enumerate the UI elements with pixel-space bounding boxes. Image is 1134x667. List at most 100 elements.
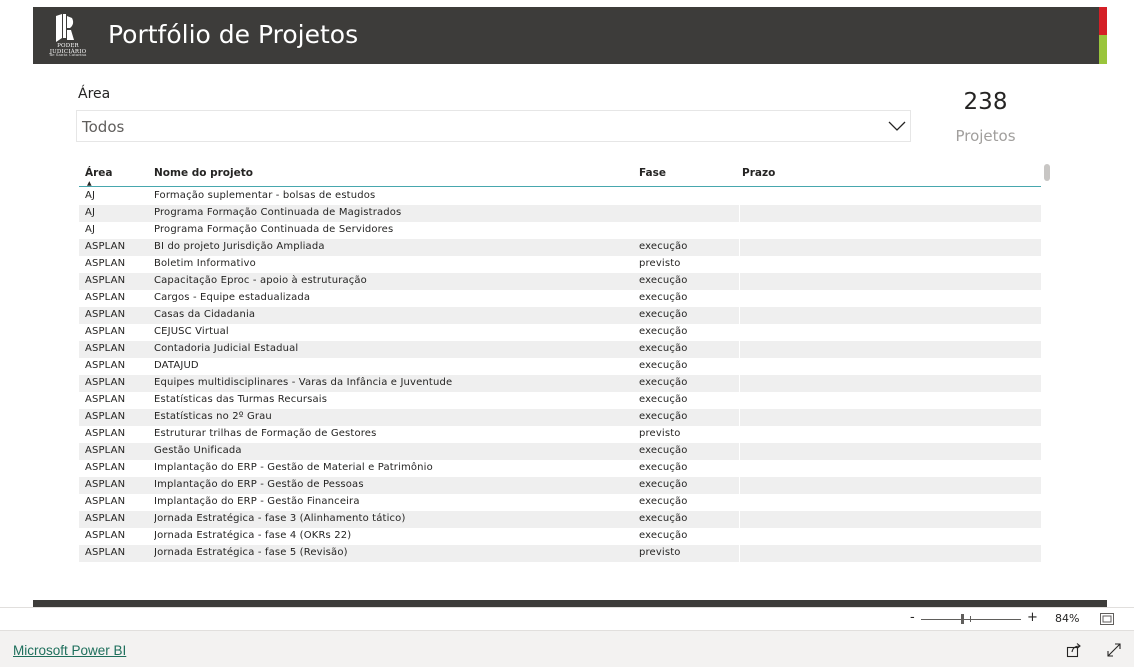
cell-nome: Estatísticas das Turmas Recursais bbox=[154, 394, 328, 405]
cell-nome: BI do projeto Jurisdição Ampliada bbox=[154, 241, 325, 252]
table-row[interactable]: ASPLAN Estatísticas no 2º Grau execução bbox=[79, 409, 1041, 426]
table-row[interactable]: ASPLAN Implantação do ERP - Gestão de Pes… bbox=[79, 477, 1041, 494]
table-row[interactable]: AJ Programa Formação Continuada de Magist… bbox=[79, 205, 1041, 222]
share-icon[interactable] bbox=[1066, 642, 1082, 658]
cell-nome: Estruturar trilhas de Formação de Gestor… bbox=[154, 428, 377, 439]
table-row[interactable]: ASPLAN Gestão Unificada execução bbox=[79, 443, 1041, 460]
cell-area: ASPLAN bbox=[85, 258, 126, 269]
cell-fase: execução bbox=[639, 360, 688, 371]
page-bottom-band bbox=[33, 600, 1107, 607]
column-divider bbox=[739, 188, 740, 562]
cell-area: ASPLAN bbox=[85, 343, 126, 354]
zoom-in-button[interactable]: + bbox=[1027, 610, 1038, 625]
table-row[interactable]: ASPLAN CEJUSC Virtual execução bbox=[79, 324, 1041, 341]
cell-area: ASPLAN bbox=[85, 428, 126, 439]
table-row[interactable]: ASPLAN Estatísticas das Turmas Recursais e… bbox=[79, 392, 1041, 409]
cell-fase: execução bbox=[639, 445, 688, 456]
cell-fase: execução bbox=[639, 496, 688, 507]
cell-area: ASPLAN bbox=[85, 445, 126, 456]
power-bi-link[interactable]: Microsoft Power BI bbox=[13, 643, 126, 658]
cell-area: AJ bbox=[85, 190, 96, 201]
table-row[interactable]: ASPLAN Contadoria Judicial Estadual execuç… bbox=[79, 341, 1041, 358]
table-row[interactable]: ASPLAN Equipes multidisciplinares - Varas… bbox=[79, 375, 1041, 392]
cell-fase: execução bbox=[639, 377, 688, 388]
table-body: AJ Formação suplementar - bolsas de estud… bbox=[79, 188, 1041, 562]
project-count-label: Projetos bbox=[955, 127, 1016, 145]
cell-nome: Jornada Estratégica - fase 5 (Revisão) bbox=[154, 547, 348, 558]
column-header-fase[interactable]: Fase bbox=[639, 167, 666, 179]
cell-nome: Capacitação Eproc - apoio à estruturação bbox=[154, 275, 367, 286]
cell-area: ASPLAN bbox=[85, 462, 126, 473]
table-row[interactable]: ASPLAN Implantação do ERP - Gestão Financ… bbox=[79, 494, 1041, 511]
cell-nome: Jornada Estratégica - fase 3 (Alinhament… bbox=[154, 513, 406, 524]
table-row[interactable]: ASPLAN Cargos - Equipe estadualizada execu… bbox=[79, 290, 1041, 307]
column-header-nome[interactable]: Nome do projeto bbox=[154, 167, 253, 179]
cell-fase: previsto bbox=[639, 258, 681, 269]
cell-nome: Programa Formação Continuada de Servidor… bbox=[154, 224, 394, 235]
table-row[interactable]: AJ Programa Formação Continuada de Servid… bbox=[79, 222, 1041, 239]
fullscreen-icon[interactable] bbox=[1106, 642, 1122, 658]
logo-text-line2: de Santa Catarina bbox=[49, 52, 87, 57]
zoom-slider-thumb[interactable] bbox=[961, 614, 964, 624]
cell-area: ASPLAN bbox=[85, 292, 126, 303]
cell-area: AJ bbox=[85, 207, 96, 218]
cell-nome: Equipes multidisciplinares - Varas da In… bbox=[154, 377, 453, 388]
cell-fase: execução bbox=[639, 326, 688, 337]
logo-emblem-icon bbox=[56, 14, 74, 42]
cell-nome: Implantação do ERP - Gestão Financeira bbox=[154, 496, 360, 507]
chevron-down-icon bbox=[888, 121, 906, 131]
cell-nome: Gestão Unificada bbox=[154, 445, 242, 456]
zoom-slider-default-tick bbox=[970, 616, 971, 622]
cell-area: ASPLAN bbox=[85, 530, 126, 541]
report-title: Portfólio de Projetos bbox=[108, 20, 359, 49]
table-row[interactable]: ASPLAN BI do projeto Jurisdição Ampliada e… bbox=[79, 239, 1041, 256]
table-row[interactable]: ASPLAN Capacitação Eproc - apoio à estrut… bbox=[79, 273, 1041, 290]
zoom-slider-track[interactable] bbox=[921, 619, 1021, 620]
cell-area: ASPLAN bbox=[85, 547, 126, 558]
table-row[interactable]: ASPLAN Estruturar trilhas de Formação de … bbox=[79, 426, 1041, 443]
table-row[interactable]: ASPLAN Jornada Estratégica - fase 4 (OKRs… bbox=[79, 528, 1041, 545]
cell-area: ASPLAN bbox=[85, 275, 126, 286]
cell-fase: execução bbox=[639, 275, 688, 286]
accent-bar-green bbox=[1099, 35, 1107, 64]
area-slicer-label: Área bbox=[78, 86, 111, 102]
cell-fase: previsto bbox=[639, 428, 681, 439]
cell-fase: execução bbox=[639, 411, 688, 422]
cell-area: ASPLAN bbox=[85, 513, 126, 524]
table-row[interactable]: ASPLAN Implantação do ERP - Gestão de Mat… bbox=[79, 460, 1041, 477]
zoom-out-button[interactable]: - bbox=[910, 610, 915, 625]
cell-nome: Jornada Estratégica - fase 4 (OKRs 22) bbox=[154, 530, 352, 541]
cell-fase: execução bbox=[639, 241, 688, 252]
cell-fase: execução bbox=[639, 309, 688, 320]
cell-fase: execução bbox=[639, 479, 688, 490]
cell-area: ASPLAN bbox=[85, 241, 126, 252]
cell-nome: Implantação do ERP - Gestão de Pessoas bbox=[154, 479, 364, 490]
logo: PODER JUDICIÁRIO de Santa Catarina bbox=[39, 14, 97, 58]
cell-nome: Casas da Cidadania bbox=[154, 309, 256, 320]
table-row[interactable]: ASPLAN Casas da Cidadania execução bbox=[79, 307, 1041, 324]
cell-area: ASPLAN bbox=[85, 326, 126, 337]
table-row[interactable]: AJ Formação suplementar - bolsas de estud… bbox=[79, 188, 1041, 205]
table-scrollbar[interactable] bbox=[1044, 164, 1050, 181]
cell-area: AJ bbox=[85, 224, 96, 235]
cell-area: ASPLAN bbox=[85, 309, 126, 320]
cell-fase: execução bbox=[639, 462, 688, 473]
column-header-prazo[interactable]: Prazo bbox=[742, 167, 775, 179]
cell-nome: Estatísticas no 2º Grau bbox=[154, 411, 272, 422]
table-row[interactable]: ASPLAN Jornada Estratégica - fase 5 (Revi… bbox=[79, 545, 1041, 562]
table-row[interactable]: ASPLAN Jornada Estratégica - fase 3 (Alin… bbox=[79, 511, 1041, 528]
area-slicer-dropdown[interactable]: Todos bbox=[76, 110, 911, 142]
cell-area: ASPLAN bbox=[85, 377, 126, 388]
table-row[interactable]: ASPLAN Boletim Informativo previsto bbox=[79, 256, 1041, 273]
cell-area: ASPLAN bbox=[85, 496, 126, 507]
cell-nome: Boletim Informativo bbox=[154, 258, 256, 269]
cell-nome: DATAJUD bbox=[154, 360, 199, 371]
fit-to-page-icon[interactable] bbox=[1100, 613, 1114, 625]
cell-fase: previsto bbox=[639, 547, 681, 558]
project-count-value: 238 bbox=[963, 89, 1008, 115]
cell-area: ASPLAN bbox=[85, 360, 126, 371]
table-row[interactable]: ASPLAN DATAJUD execução bbox=[79, 358, 1041, 375]
cell-nome: Cargos - Equipe estadualizada bbox=[154, 292, 311, 303]
column-header-area[interactable]: Área bbox=[85, 167, 113, 179]
cell-fase: execução bbox=[639, 513, 688, 524]
